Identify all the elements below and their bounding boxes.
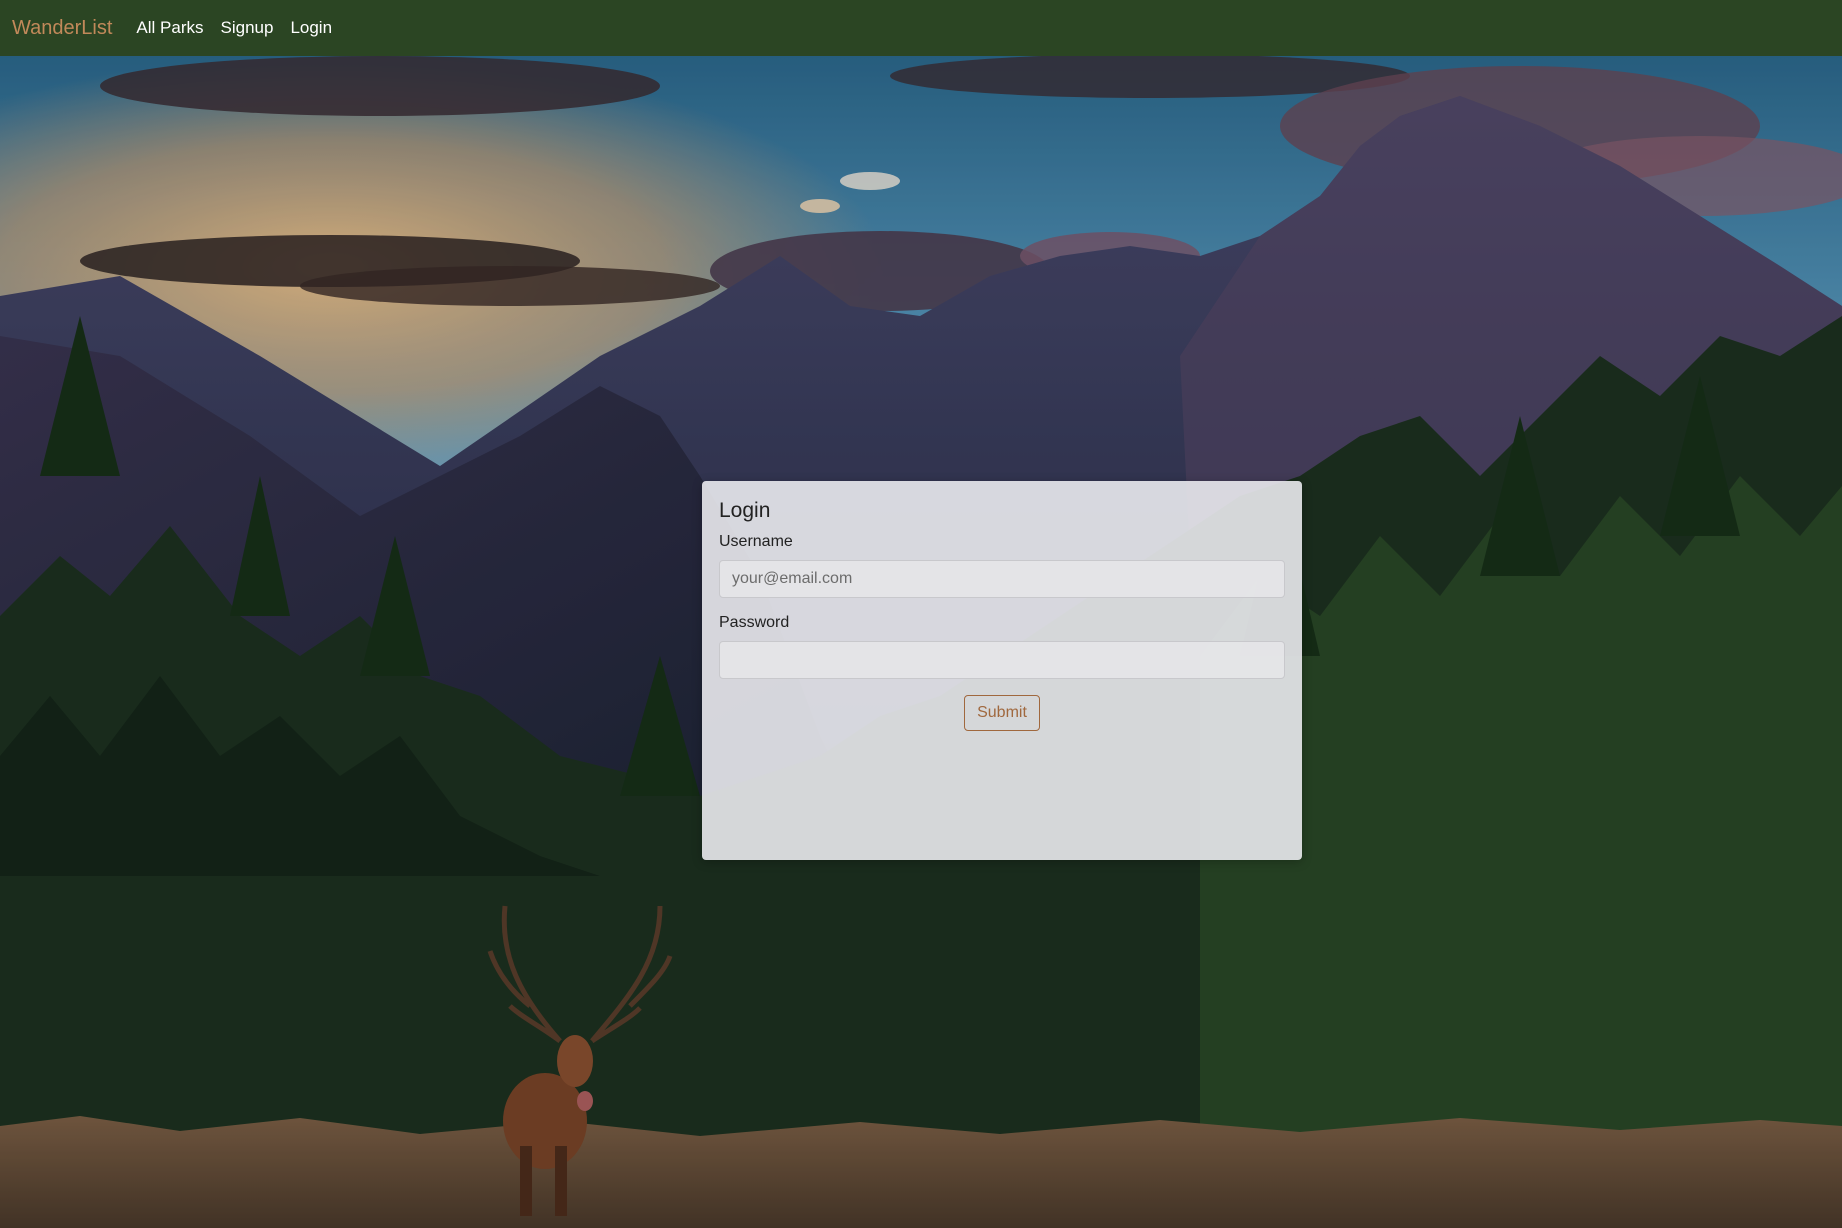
password-label: Password [719,614,790,631]
login-card: Login Username Password Submit [702,481,1302,860]
submit-row: Submit [719,695,1285,731]
brand-link[interactable]: WanderList [12,17,112,40]
username-group: Username [719,533,1285,598]
nav-links: All Parks Signup Login [136,18,349,38]
nav-link-all-parks[interactable]: All Parks [136,18,203,38]
password-input[interactable] [719,641,1285,679]
nav-link-signup[interactable]: Signup [221,18,274,38]
password-group: Password [719,614,1285,679]
submit-button[interactable]: Submit [964,695,1040,731]
login-title: Login [719,499,771,522]
top-navbar: WanderList All Parks Signup Login [0,0,1842,56]
username-label: Username [719,533,793,550]
nav-link-login[interactable]: Login [290,18,332,38]
username-input[interactable] [719,560,1285,598]
page: WanderList All Parks Signup Login Login … [0,0,1842,1228]
